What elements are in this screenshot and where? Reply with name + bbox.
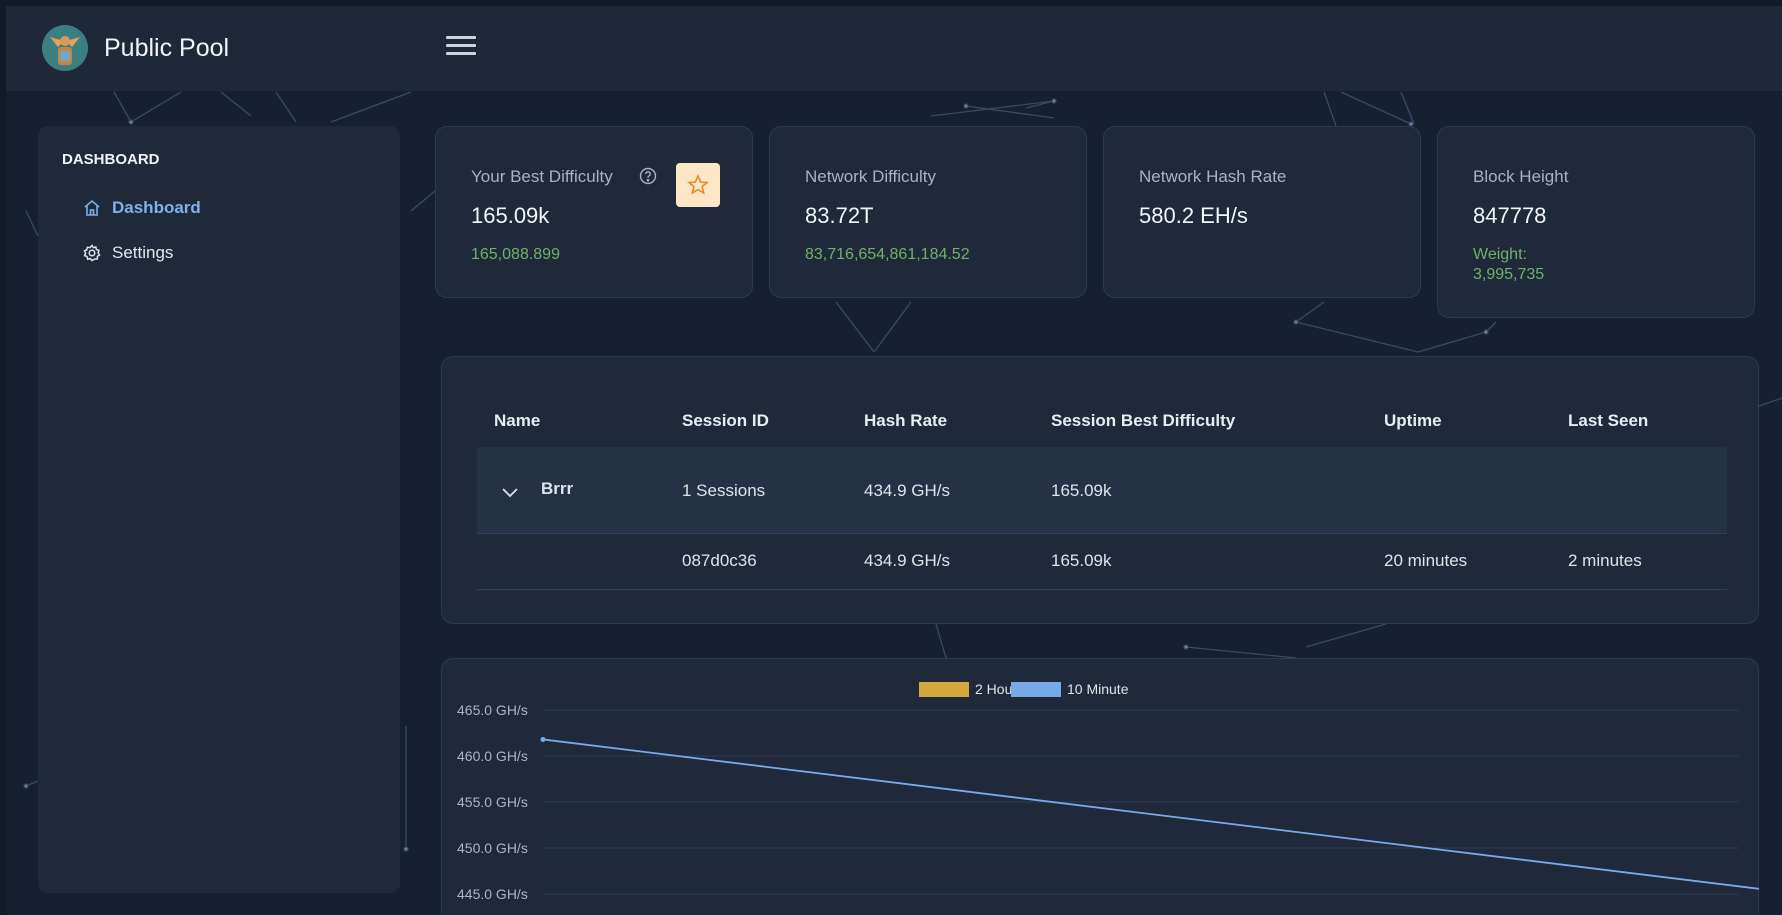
y-tick-label: 465.0 GH/s — [457, 702, 528, 718]
workers-table: Name Session ID Hash Rate Session Best D… — [441, 356, 1759, 624]
worker-session-count: 1 Sessions — [682, 481, 766, 500]
hamburger-menu-icon[interactable] — [446, 36, 476, 60]
star-icon — [686, 173, 710, 195]
app-window: Public Pool DASHBOARD Dashboard Settings — [6, 6, 1782, 915]
legend-swatch — [1011, 682, 1061, 697]
row-divider — [477, 533, 1727, 534]
sidebar-heading: DASHBOARD — [62, 151, 160, 168]
column-header-best-difficulty: Session Best Difficulty — [1051, 411, 1236, 430]
column-header-name: Name — [494, 411, 541, 430]
y-tick-label: 445.0 GH/s — [457, 886, 528, 902]
top-navbar: Public Pool — [6, 6, 1782, 91]
chevron-down-icon[interactable] — [500, 485, 520, 499]
session-last-seen: 2 minutes — [1568, 551, 1642, 570]
pool-logo-icon[interactable] — [42, 25, 88, 71]
app-title[interactable]: Public Pool — [104, 34, 229, 63]
stat-sub-value: 83,716,654,861,184.52 — [805, 246, 970, 263]
y-tick-label: 450.0 GH/s — [457, 840, 528, 856]
stat-label: Network Hash Rate — [1139, 167, 1287, 186]
session-hash-rate: 434.9 GH/s — [864, 551, 950, 570]
worker-best-difficulty: 165.09k — [1051, 481, 1112, 500]
row-divider — [477, 589, 1727, 590]
sidebar-item-label: Settings — [112, 243, 174, 262]
block-weight-label: Weight: — [1473, 246, 1527, 263]
worker-name[interactable]: Brrr — [541, 479, 573, 499]
legend-label: 10 Minute — [1067, 681, 1129, 697]
stat-value: 165.09k — [471, 203, 550, 228]
series-line-10-minute — [542, 738, 1759, 890]
stat-card-block-height: Block Height 847778 Weight: 3,995,735 — [1437, 126, 1755, 318]
sidebar-item-dashboard[interactable]: Dashboard — [82, 196, 201, 220]
block-weight-value: 3,995,735 — [1473, 266, 1545, 283]
stat-sub-value: Weight: 3,995,735 — [1473, 245, 1544, 285]
star-button[interactable] — [676, 163, 720, 207]
session-best-difficulty: 165.09k — [1051, 551, 1112, 570]
column-header-session-id: Session ID — [682, 411, 769, 430]
data-point — [540, 736, 546, 742]
column-header-uptime: Uptime — [1384, 411, 1442, 430]
stat-value: 847778 — [1473, 203, 1547, 228]
stat-value: 580.2 EH/s — [1139, 203, 1248, 228]
y-tick-label: 460.0 GH/s — [457, 748, 528, 764]
sidebar-item-settings[interactable]: Settings — [82, 241, 173, 265]
stat-sub-value: 165,088.899 — [471, 246, 560, 263]
stat-value: 83.72T — [805, 203, 874, 228]
stat-label: Network Difficulty — [805, 167, 936, 186]
stat-label: Your Best Difficulty — [471, 167, 613, 186]
stat-card-network-difficulty: Network Difficulty 83.72T 83,716,654,861… — [769, 126, 1087, 298]
home-icon — [82, 198, 102, 218]
worker-hash-rate: 434.9 GH/s — [864, 481, 950, 500]
session-uptime: 20 minutes — [1384, 551, 1468, 570]
gear-icon — [82, 243, 102, 263]
hashrate-chart: 2 Hour 10 Minute465.0 GH/s460.0 GH/s455.0… — [457, 681, 1759, 902]
help-circle-icon[interactable] — [639, 167, 657, 185]
stat-card-network-hash-rate: Network Hash Rate 580.2 EH/s — [1103, 126, 1421, 298]
sidebar-item-label: Dashboard — [112, 198, 201, 217]
column-header-hash-rate: Hash Rate — [864, 411, 948, 430]
column-header-last-seen: Last Seen — [1568, 411, 1649, 430]
stat-card-best-difficulty: Your Best Difficulty 165.09k 165,088.899 — [435, 126, 753, 298]
y-tick-label: 455.0 GH/s — [457, 794, 528, 810]
legend-swatch — [919, 682, 969, 697]
session-id: 087d0c36 — [682, 551, 757, 570]
sidebar: DASHBOARD Dashboard Settings — [38, 126, 400, 893]
stat-label: Block Height — [1473, 167, 1569, 186]
